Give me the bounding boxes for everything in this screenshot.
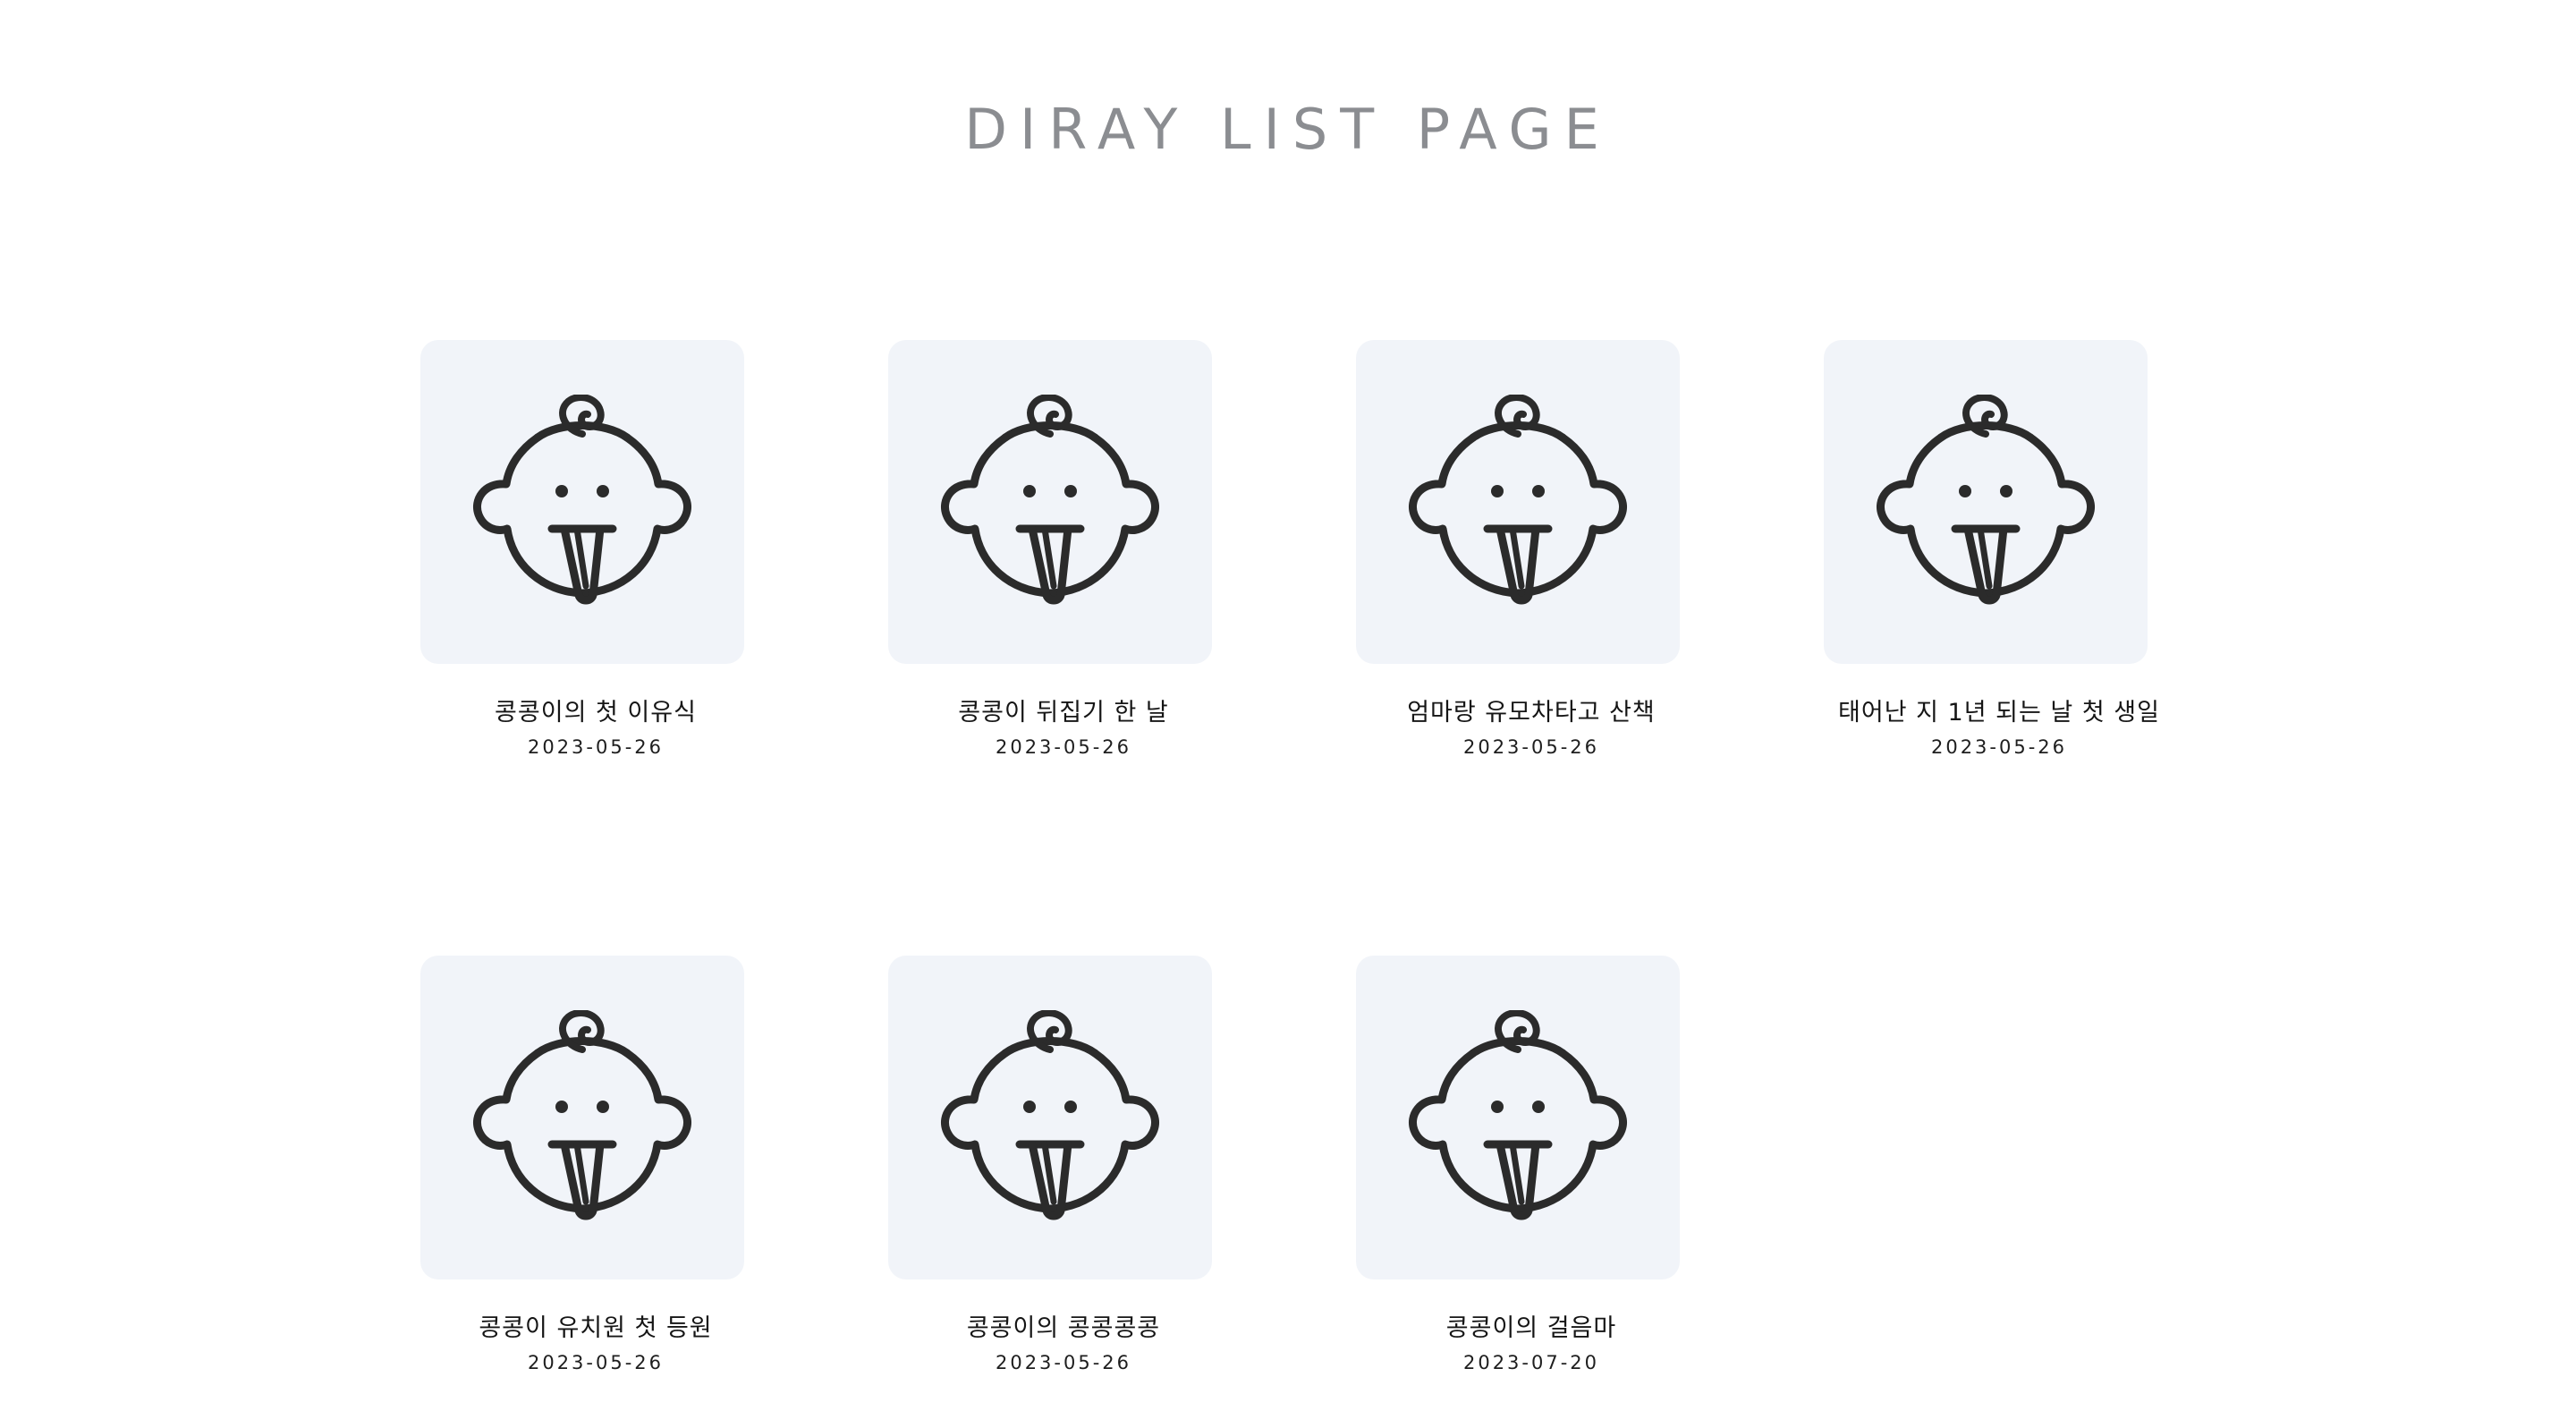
diary-thumbnail[interactable] [1824,340,2148,664]
diary-date: 2023-05-26 [995,736,1132,758]
diary-info: 콩콩이의 첫 이유식 2023-05-26 [420,664,771,761]
diary-card[interactable]: 콩콩이의 콩콩콩콩 2023-05-26 [888,956,1212,1377]
diary-grid: 콩콩이의 첫 이유식 2023-05-26 콩콩이 뒤집기 한 날 2023-0… [420,340,2281,1377]
diary-title[interactable]: 콩콩이의 콩콩콩콩 [888,1313,1239,1345]
baby-icon [1393,1010,1643,1225]
diary-title[interactable]: 콩콩이 유치원 첫 등원 [420,1313,771,1345]
diary-thumbnail[interactable] [420,956,744,1279]
diary-date: 2023-05-26 [527,1352,665,1373]
diary-info: 콩콩이 뒤집기 한 날 2023-05-26 [888,664,1239,761]
diary-info: 콩콩이 유치원 첫 등원 2023-05-26 [420,1279,771,1377]
baby-icon [925,1010,1175,1225]
baby-icon [925,395,1175,609]
diary-thumbnail[interactable] [888,956,1212,1279]
diary-date: 2023-05-26 [995,1352,1132,1373]
diary-title[interactable]: 태어난 지 1년 되는 날 첫 생일 [1824,697,2174,729]
baby-icon [457,395,708,609]
diary-card[interactable]: 태어난 지 1년 되는 날 첫 생일 2023-05-26 [1824,340,2159,761]
diary-thumbnail[interactable] [888,340,1212,664]
diary-date: 2023-05-26 [527,736,665,758]
diary-thumbnail[interactable] [1356,956,1680,1279]
diary-title[interactable]: 콩콩이 뒤집기 한 날 [888,697,1239,729]
page-title: DIRAY LIST PAGE [964,97,1612,162]
diary-info: 태어난 지 1년 되는 날 첫 생일 2023-05-26 [1824,664,2174,761]
diary-title[interactable]: 콩콩이의 첫 이유식 [420,697,771,729]
diary-thumbnail[interactable] [1356,340,1680,664]
diary-thumbnail[interactable] [420,340,744,664]
diary-info: 콩콩이의 걸음마 2023-07-20 [1356,1279,1707,1377]
diary-title[interactable]: 콩콩이의 걸음마 [1356,1313,1707,1345]
diary-card[interactable]: 콩콩이의 첫 이유식 2023-05-26 [420,340,744,761]
diary-info: 엄마랑 유모차타고 산책 2023-05-26 [1356,664,1707,761]
diary-date: 2023-07-20 [1462,1352,1600,1373]
baby-icon [1393,395,1643,609]
baby-icon [1860,395,2111,609]
diary-title[interactable]: 엄마랑 유모차타고 산책 [1356,697,1707,729]
diary-info: 콩콩이의 콩콩콩콩 2023-05-26 [888,1279,1239,1377]
diary-card[interactable]: 엄마랑 유모차타고 산책 2023-05-26 [1356,340,1680,761]
baby-icon [457,1010,708,1225]
diary-card[interactable]: 콩콩이 유치원 첫 등원 2023-05-26 [420,956,744,1377]
diary-date: 2023-05-26 [1930,736,2068,758]
diary-date: 2023-05-26 [1462,736,1600,758]
diary-card[interactable]: 콩콩이 뒤집기 한 날 2023-05-26 [888,340,1212,761]
diary-card[interactable]: 콩콩이의 걸음마 2023-07-20 [1356,956,1680,1377]
